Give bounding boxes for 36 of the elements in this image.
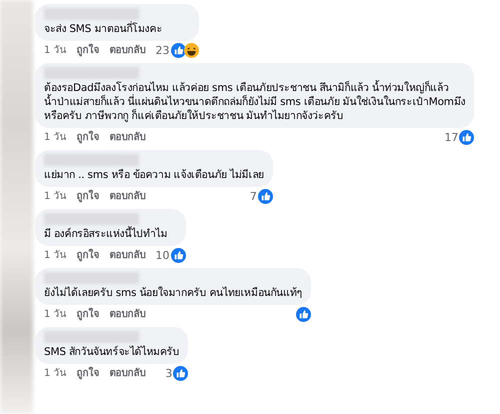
comment-text: ยังไม่ได้เลยครับ sms น้อยใจมากครับ คนไทยเหมือนกันแท้ๆ: [44, 286, 302, 300]
reaction-count: 10: [156, 248, 170, 262]
like-reaction-icon: [170, 43, 186, 58]
like-reaction-icon: [459, 130, 474, 145]
like-link[interactable]: ถูกใจ: [76, 308, 100, 322]
like-reaction-icon: [258, 189, 273, 204]
reply-link[interactable]: ตอบกลับ: [110, 248, 146, 262]
laughing-face-icon: [184, 43, 199, 58]
reply-link[interactable]: ตอบกลับ: [110, 366, 146, 380]
like-reaction-icon: [296, 307, 312, 322]
comment-time: 1 วัน: [44, 308, 67, 322]
like-link[interactable]: ถูกใจ: [76, 130, 100, 144]
comment-text: แย่มาก .. sms หรือ ข้อความ แจ้งเตือนภัย ไม่มีเลย: [44, 168, 264, 182]
like-reaction-icon: [170, 248, 186, 263]
comment-time: 1 วัน: [44, 366, 67, 380]
like-link[interactable]: ถูกใจ: [76, 190, 100, 204]
comment-text: มี องค์กรอิสระแห่งนี้ไปทำไม: [44, 227, 168, 241]
comment-time: 1 วัน: [44, 130, 67, 144]
reply-link[interactable]: ตอบกลับ: [110, 308, 146, 322]
comment-text: จะส่ง SMS มาตอนกี่โมงคะ: [44, 22, 164, 36]
comment-text: SMS สักวันจันทร์จะได้ไหมครับ: [44, 345, 180, 359]
like-link[interactable]: ถูกใจ: [76, 366, 100, 380]
reply-link[interactable]: ตอบกลับ: [110, 130, 146, 144]
like-link[interactable]: ถูกใจ: [76, 248, 100, 262]
like-reaction-icon: [173, 366, 188, 381]
comment-time: 1 วัน: [44, 44, 67, 58]
reaction-count: 17: [444, 130, 458, 144]
reply-link[interactable]: ตอบกลับ: [110, 44, 146, 58]
reaction-count: 3: [165, 366, 172, 380]
reply-link[interactable]: ตอบกลับ: [110, 190, 146, 204]
comment-text: ต้องรอDadมึงลงโรงก่อนไหม แล้วค่อย sms เตือนภัยประชาชน สึนามิก็แล้ว น้ำท่วมใหญ่ก็แล้ว น้ำป่าแม่สายก็แล้ว นี่แผ่นดินไหวขนาดตึกถล่มก็ยังไม่มี sms เตือนภัย มันใช่เงินในกระเป๋าMomมึง หรือครับ ภาษีพวกกู ก็แค่เตือนภัยให้ประชาชน มันทำไมยากจังว่ะครับ: [44, 81, 466, 123]
reaction-count: 23: [156, 44, 170, 58]
comment-time: 1 วัน: [44, 248, 67, 262]
like-link[interactable]: ถูกใจ: [76, 44, 100, 58]
reaction-count: 7: [250, 190, 257, 204]
comment-time: 1 วัน: [44, 190, 67, 204]
